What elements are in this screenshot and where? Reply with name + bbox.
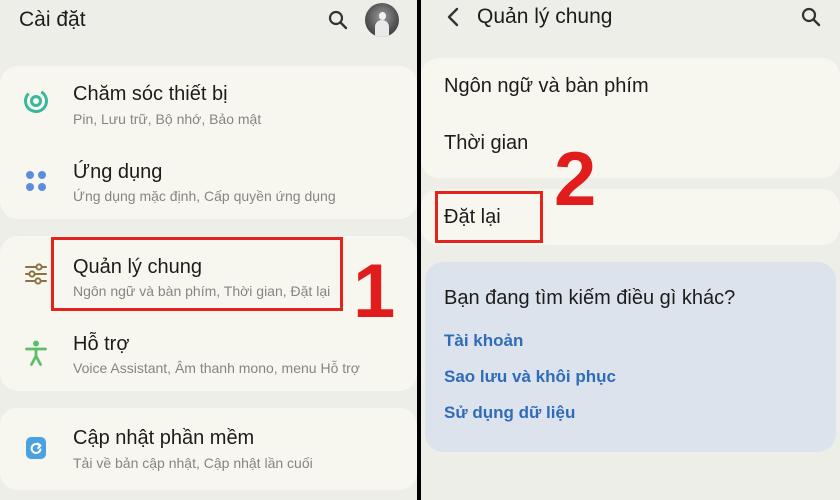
page-title: Quản lý chung [477,5,613,28]
avatar[interactable] [365,3,399,37]
setting-device-care[interactable]: Chăm sóc thiết bị Pin, Lưu trữ, Bộ nhớ, … [0,66,417,142]
setting-title: Ứng dụng [73,161,163,183]
accessibility-icon [22,339,50,367]
search-icon[interactable] [798,4,824,30]
setting-subtitle: Ứng dụng mặc định, Cấp quyền ứng dụng [73,188,336,204]
menu-item-language-keyboard[interactable]: Ngôn ngữ và bàn phím [444,75,649,98]
search-suggestions-card: Bạn đang tìm kiếm điều gì khác? Tài khoả… [425,262,836,452]
link-data-usage[interactable]: Sử dụng dữ liệu [444,403,575,423]
highlight-box-step-1 [51,237,343,311]
search-prompt: Bạn đang tìm kiếm điều gì khác? [444,287,736,309]
setting-subtitle: Pin, Lưu trữ, Bộ nhớ, Bảo mật [73,111,262,127]
settings-card-1: Chăm sóc thiết bị Pin, Lưu trữ, Bộ nhớ, … [0,66,417,219]
settings-header: Cài đặt [0,0,417,44]
step-number-1: 1 [353,249,396,334]
setting-title: Hỗ trợ [73,333,130,355]
link-backup-restore[interactable]: Sao lưu và khôi phục [444,367,616,387]
settings-screen: Cài đặt Chăm sóc thiết bị Pin, Lưu trữ, … [0,0,417,500]
setting-title: Chăm sóc thiết bị [73,83,228,105]
search-icon[interactable] [325,7,351,33]
setting-software-update[interactable]: Cập nhật phần mềm Tải về bản cập nhật, C… [0,408,417,490]
general-management-card: Ngôn ngữ và bàn phím Thời gian [421,58,840,178]
setting-subtitle: Voice Assistant, Âm thanh mono, menu Hỗ … [73,360,360,376]
setting-title: Cập nhật phần mềm [73,427,255,449]
sliders-icon [22,260,50,288]
settings-card-3: Cập nhật phần mềm Tải về bản cập nhật, C… [0,408,417,490]
setting-subtitle: Tải về bản cập nhật, Cập nhật lần cuối [73,455,313,471]
highlight-box-step-2 [435,191,543,243]
device-care-icon [22,87,50,115]
step-number-2: 2 [554,137,597,222]
general-management-screen: Quản lý chung Ngôn ngữ và bàn phím Thời … [421,0,840,500]
general-management-header: Quản lý chung [421,0,840,44]
page-title: Cài đặt [19,8,86,31]
link-accounts[interactable]: Tài khoản [444,331,523,351]
back-icon[interactable] [439,3,467,31]
apps-icon [22,167,50,195]
menu-item-time[interactable]: Thời gian [444,132,528,155]
software-update-icon [22,434,50,462]
setting-apps[interactable]: Ứng dụng Ứng dụng mặc định, Cấp quyền ứn… [0,143,417,219]
